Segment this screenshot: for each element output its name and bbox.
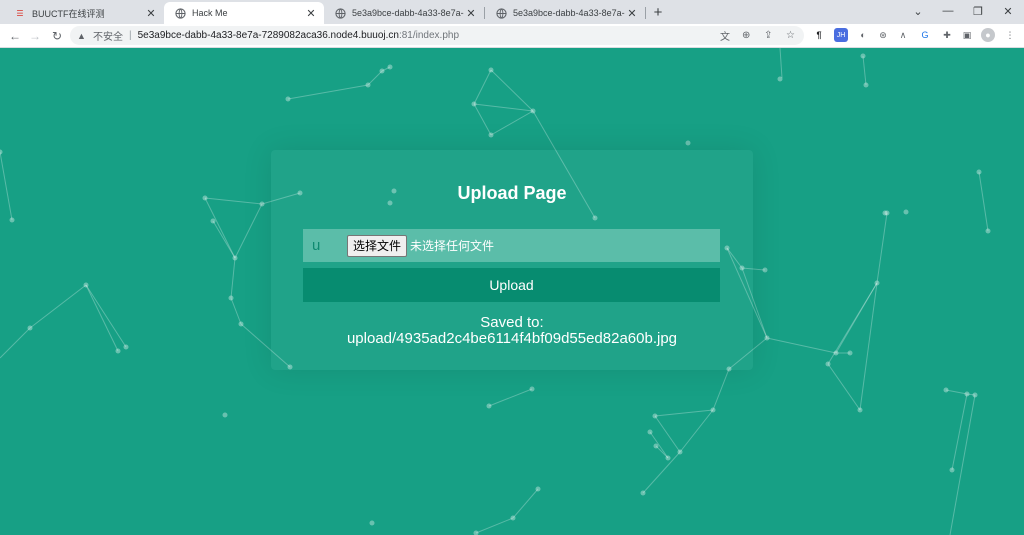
jh-extension-icon[interactable]: JH (834, 28, 848, 42)
profile-avatar-icon[interactable]: ● (981, 28, 995, 42)
upload-button[interactable]: Upload (303, 268, 720, 302)
globe-icon (495, 7, 507, 19)
translate-icon[interactable]: 文 (720, 26, 730, 45)
file-input-row[interactable]: u 选择文件 未选择任何文件 (303, 229, 720, 262)
extension-icon-3[interactable]: ◐ (856, 28, 870, 42)
address-bar[interactable]: ▲ 不安全 | 5e3a9bce-dabb-4a33-8e7a-7289082a… (70, 26, 804, 45)
reload-button[interactable]: ↻ (48, 27, 66, 44)
bookmark-star-icon[interactable]: ☆ (786, 26, 795, 45)
side-panel-icon[interactable]: ▣ (960, 28, 974, 42)
share-icon[interactable]: ⇪ (764, 26, 772, 45)
saved-message: Saved to: upload/4935ad2c4be6114f4bf09d5… (0, 315, 1024, 347)
extension-icon-4[interactable]: ⊛ (876, 28, 890, 42)
tab-challenge-2[interactable]: 5e3a9bce-dabb-4a33-8e7a-72 ✕ (485, 2, 645, 24)
url-host: 5e3a9bce-dabb-4a33-8e7a-7289082aca36.nod… (137, 30, 399, 41)
saved-path: upload/4935ad2c4be6114f4bf09d55ed82a60b.… (346, 330, 678, 347)
tab-title: BUUCTF在线评测 (32, 8, 105, 19)
paragraph-extension-icon[interactable]: ¶ (812, 28, 826, 42)
new-tab-button[interactable]: + (648, 3, 668, 21)
security-label[interactable]: 不安全 (93, 28, 123, 43)
warning-icon[interactable]: ▲ (77, 31, 91, 41)
zoom-icon[interactable]: ⊕ (742, 26, 750, 45)
tab-separator (645, 7, 646, 19)
tab-bar: ☰ BUUCTF在线评测 ✕ Hack Me ✕ 5e3a9bce-dabb-4… (0, 0, 1024, 24)
minimize-button[interactable]: — (933, 0, 963, 22)
extensions-puzzle-icon[interactable]: ✚ (940, 28, 954, 42)
no-file-label: 未选择任何文件 (410, 239, 495, 253)
restore-button[interactable]: ❐ (963, 0, 993, 22)
tab-challenge-1[interactable]: 5e3a9bce-dabb-4a33-8e7a-72 ✕ (324, 2, 484, 24)
tab-title: 5e3a9bce-dabb-4a33-8e7a-72 (352, 8, 464, 18)
close-tab-icon[interactable]: ✕ (144, 6, 158, 20)
close-tab-icon[interactable]: ✕ (304, 6, 318, 20)
address-divider: | (129, 30, 132, 41)
globe-icon (174, 7, 186, 19)
close-tab-icon[interactable]: ✕ (625, 6, 639, 20)
forward-button[interactable]: → (26, 27, 44, 44)
close-window-button[interactable]: ✕ (993, 0, 1023, 22)
tab-search-icon[interactable]: ⌄ (903, 0, 933, 22)
globe-icon (334, 7, 346, 19)
upload-icon: u (312, 237, 321, 254)
buuctf-favicon: ☰ (16, 8, 24, 18)
translate-extension-icon[interactable]: G (918, 28, 932, 42)
close-tab-icon[interactable]: ✕ (464, 6, 478, 20)
saved-label: Saved to: (480, 314, 544, 331)
extension-icon-5[interactable]: ∧ (896, 28, 910, 42)
page-title: Upload Page (457, 183, 567, 203)
choose-file-button[interactable]: 选择文件 (347, 234, 408, 257)
tab-title: 5e3a9bce-dabb-4a33-8e7a-72 (513, 8, 625, 18)
tab-hack-me[interactable]: Hack Me ✕ (164, 2, 324, 24)
url-path: :81/index.php (398, 30, 460, 41)
page-viewport: Upload Page u 选择文件 未选择任何文件 Upload Saved … (0, 48, 1024, 535)
browser-toolbar: ← → ↻ ▲ 不安全 | 5e3a9bce-dabb-4a33-8e7a-72… (0, 24, 1024, 48)
tab-buuctf[interactable]: ☰ BUUCTF在线评测 ✕ (4, 2, 164, 24)
back-button[interactable]: ← (6, 27, 24, 44)
tab-title: Hack Me (192, 8, 228, 18)
menu-kebab-icon[interactable]: ⋮ (1003, 28, 1017, 42)
